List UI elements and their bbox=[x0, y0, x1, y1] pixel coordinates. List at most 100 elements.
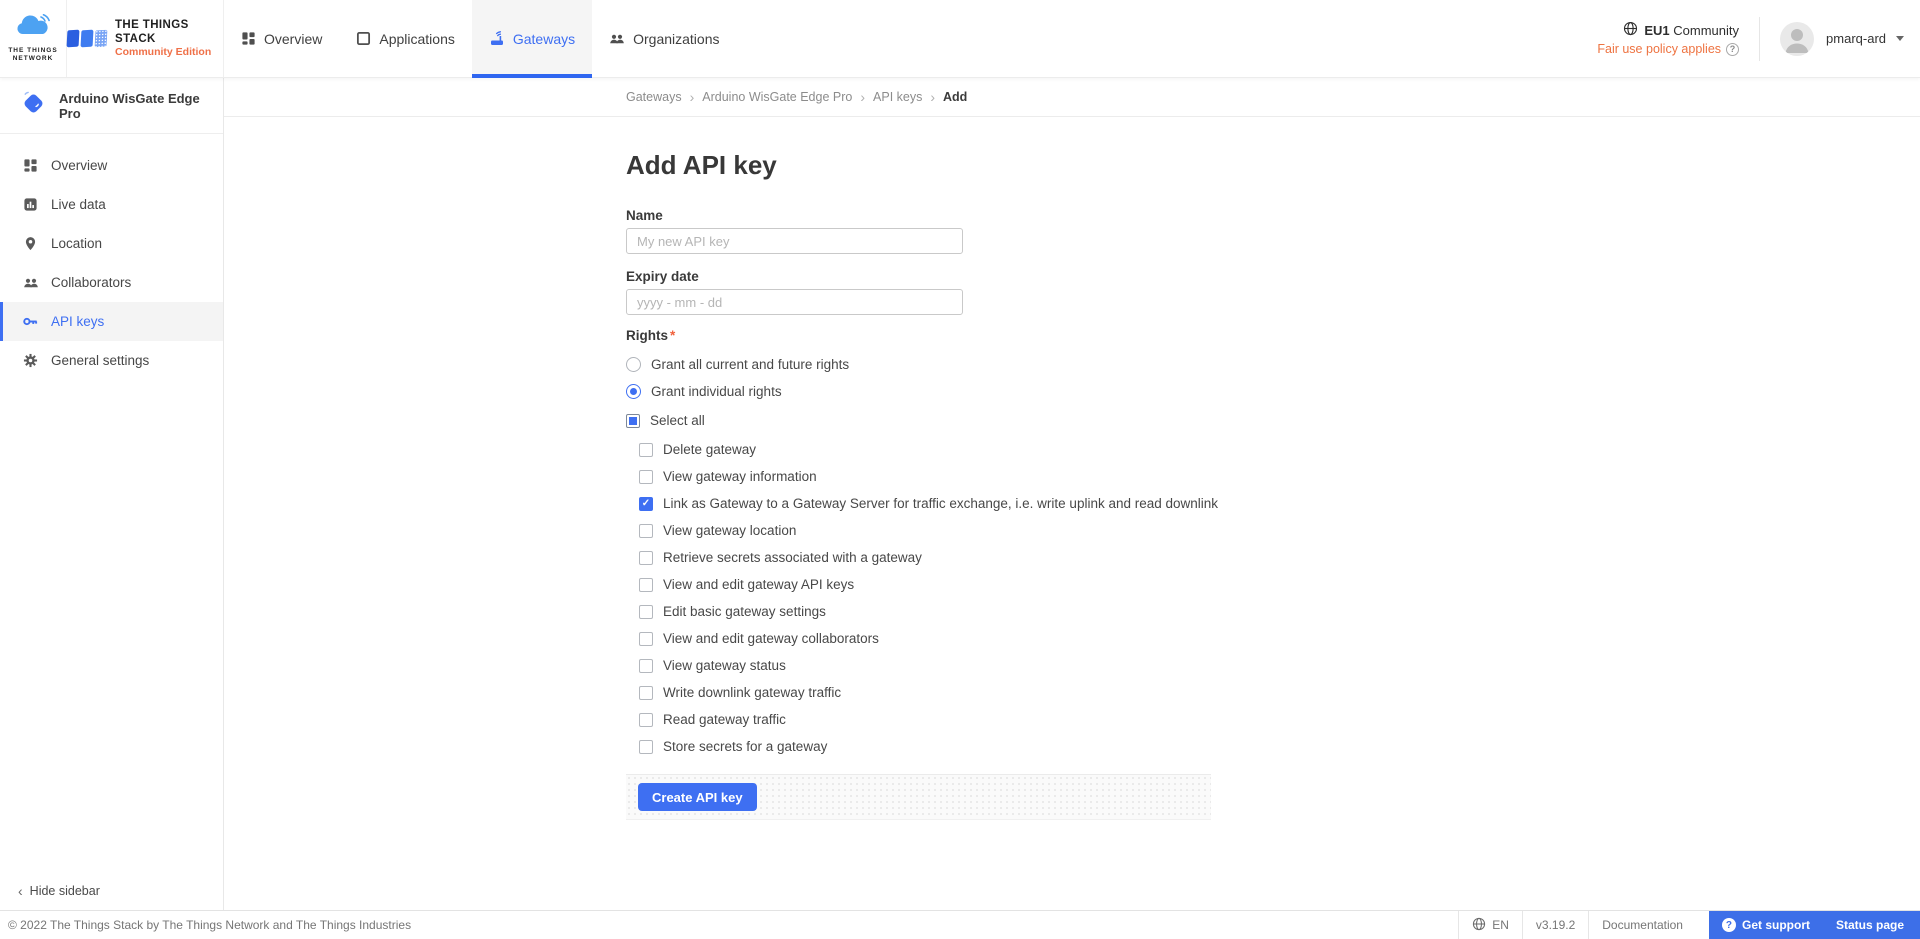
radio-button[interactable] bbox=[626, 357, 641, 372]
status-page-link[interactable]: Status page bbox=[1823, 911, 1920, 939]
globe-icon bbox=[1623, 21, 1638, 39]
checkbox-row[interactable]: Store secrets for a gateway bbox=[639, 733, 1920, 760]
checkbox[interactable] bbox=[639, 469, 653, 484]
add-api-key-page: Add API key Name Expiry date Rights* Gra… bbox=[224, 150, 1920, 820]
checkbox-row[interactable]: Link as Gateway to a Gateway Server for … bbox=[639, 490, 1920, 517]
checkbox[interactable] bbox=[639, 550, 653, 565]
radio-label: Grant individual rights bbox=[651, 384, 782, 399]
fair-use-link[interactable]: Fair use policy applies bbox=[1597, 42, 1721, 56]
sidebar-item-label: Collaborators bbox=[51, 275, 132, 290]
user-menu[interactable]: pmarq-ard bbox=[1780, 21, 1904, 56]
sidebar-item-api-keys[interactable]: API keys bbox=[0, 302, 223, 341]
checkbox-label: Store secrets for a gateway bbox=[663, 739, 828, 754]
sidebar-item-collaborators[interactable]: Collaborators bbox=[0, 263, 223, 302]
chevron-right-icon: › bbox=[930, 89, 936, 105]
checkbox[interactable] bbox=[639, 739, 653, 754]
chevron-left-icon: ‹ bbox=[18, 883, 23, 899]
checkbox-row[interactable]: Write downlink gateway traffic bbox=[639, 679, 1920, 706]
checkbox-row[interactable]: View gateway location bbox=[639, 517, 1920, 544]
breadcrumb-add: Add bbox=[943, 90, 968, 104]
tts-logo[interactable]: THE THINGS STACK Community Edition bbox=[66, 0, 224, 77]
entity-name: Arduino WisGate Edge Pro bbox=[59, 90, 200, 121]
select-all-row[interactable]: Select all bbox=[626, 407, 1920, 434]
copyright-text: © 2022 The Things Stack by The Things Ne… bbox=[8, 918, 412, 932]
select-all-checkbox[interactable] bbox=[626, 413, 640, 428]
radio-button[interactable] bbox=[626, 384, 641, 399]
footer: © 2022 The Things Stack by The Things Ne… bbox=[0, 910, 1920, 939]
ttn-cloud-icon bbox=[13, 13, 53, 45]
app-window: THE THINGS NETWORK THE THINGS STACK Comm… bbox=[0, 0, 1920, 939]
gateway-router-icon bbox=[489, 30, 505, 47]
grant-type-group: Grant all current and future rights Gran… bbox=[626, 351, 1920, 405]
name-input[interactable] bbox=[626, 228, 963, 254]
checkbox-row[interactable]: View and edit gateway API keys bbox=[639, 571, 1920, 598]
checkbox-label: Select all bbox=[650, 413, 705, 428]
form-submit-bar: Create API key bbox=[626, 774, 1211, 820]
sidebar-item-location[interactable]: Location bbox=[0, 224, 223, 263]
main-nav: Overview Applications Gateways Organizat… bbox=[224, 0, 737, 78]
application-box-icon bbox=[356, 31, 371, 46]
avatar bbox=[1780, 21, 1815, 56]
language-selector[interactable]: EN bbox=[1458, 911, 1522, 939]
breadcrumb-api-keys[interactable]: API keys bbox=[873, 90, 922, 104]
checkbox-row[interactable]: Delete gateway bbox=[639, 436, 1920, 463]
sidebar-item-live-data[interactable]: Live data bbox=[0, 185, 223, 224]
expiry-date-input[interactable] bbox=[626, 289, 963, 315]
checkbox-label: View gateway status bbox=[663, 658, 786, 673]
rights-label: Rights * bbox=[626, 328, 676, 343]
checkbox[interactable] bbox=[639, 496, 653, 511]
checkbox-label: Delete gateway bbox=[663, 442, 757, 457]
checkbox-row[interactable]: View gateway information bbox=[639, 463, 1920, 490]
checkbox[interactable] bbox=[639, 577, 653, 592]
checkbox[interactable] bbox=[639, 523, 653, 538]
sidebar-item-label: Live data bbox=[51, 197, 106, 212]
sidebar-item-overview[interactable]: Overview bbox=[0, 146, 223, 185]
create-api-key-button[interactable]: Create API key bbox=[638, 783, 757, 811]
tab-overview[interactable]: Overview bbox=[224, 0, 339, 77]
people-icon bbox=[609, 31, 625, 47]
sidebar: Arduino WisGate Edge Pro Overview Live d… bbox=[0, 78, 224, 910]
checkbox[interactable] bbox=[639, 658, 653, 673]
ttn-logo[interactable]: THE THINGS NETWORK bbox=[0, 0, 67, 77]
overview-grid-icon bbox=[22, 158, 39, 173]
key-icon bbox=[22, 313, 39, 330]
checkbox-row[interactable]: Retrieve secrets associated with a gatew… bbox=[639, 544, 1920, 571]
get-support-link[interactable]: ? Get support bbox=[1709, 911, 1823, 939]
entity-header: Arduino WisGate Edge Pro bbox=[0, 78, 223, 134]
checkbox-row[interactable]: View and edit gateway collaborators bbox=[639, 625, 1920, 652]
tts-logo-text: THE THINGS STACK Community Edition bbox=[115, 18, 212, 59]
hide-sidebar-button[interactable]: ‹ Hide sidebar bbox=[18, 884, 100, 898]
sidebar-nav: Overview Live data Location Collaborator… bbox=[0, 134, 223, 380]
language-label: EN bbox=[1492, 918, 1509, 932]
tab-organizations[interactable]: Organizations bbox=[592, 0, 736, 77]
help-icon[interactable]: ? bbox=[1726, 42, 1740, 56]
checkbox[interactable] bbox=[639, 712, 653, 727]
breadcrumb-gateways[interactable]: Gateways bbox=[626, 90, 682, 104]
breadcrumb-entity[interactable]: Arduino WisGate Edge Pro bbox=[702, 90, 852, 104]
checkbox-label: View and edit gateway collaborators bbox=[663, 631, 879, 646]
checkbox[interactable] bbox=[639, 442, 653, 457]
checkbox[interactable] bbox=[639, 604, 653, 619]
checkbox-label: View gateway information bbox=[663, 469, 817, 484]
people-icon bbox=[22, 275, 39, 291]
required-asterisk: * bbox=[670, 328, 676, 343]
sidebar-item-label: Location bbox=[51, 236, 103, 251]
footer-support-zone: ? Get support Status page bbox=[1708, 911, 1920, 939]
radio-label: Grant all current and future rights bbox=[651, 357, 850, 372]
checkbox[interactable] bbox=[639, 631, 653, 646]
globe-icon bbox=[1472, 917, 1486, 934]
checkbox-label: Retrieve secrets associated with a gatew… bbox=[663, 550, 922, 565]
checkbox[interactable] bbox=[639, 685, 653, 700]
radio-row[interactable]: Grant all current and future rights bbox=[626, 351, 1920, 378]
checkbox-row[interactable]: View gateway status bbox=[639, 652, 1920, 679]
radio-row[interactable]: Grant individual rights bbox=[626, 378, 1920, 405]
checkbox-row[interactable]: Edit basic gateway settings bbox=[639, 598, 1920, 625]
documentation-link[interactable]: Documentation bbox=[1588, 911, 1696, 939]
tab-gateways[interactable]: Gateways bbox=[471, 0, 593, 78]
sidebar-item-general-settings[interactable]: General settings bbox=[0, 341, 223, 380]
checkbox-label: Edit basic gateway settings bbox=[663, 604, 826, 619]
tab-applications[interactable]: Applications bbox=[339, 0, 472, 77]
checkbox-row[interactable]: Read gateway traffic bbox=[639, 706, 1920, 733]
question-bubble-icon: ? bbox=[1721, 918, 1736, 932]
cluster-selector[interactable]: EU1 Community Fair use policy applies ? bbox=[1597, 21, 1740, 56]
